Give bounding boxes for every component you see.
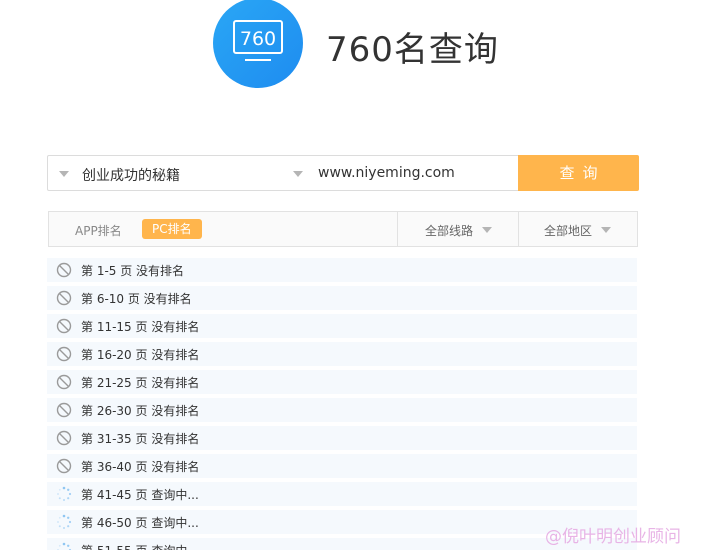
result-text: 第 46-50 页 查询中...: [81, 516, 199, 530]
url-input[interactable]: [318, 157, 513, 189]
tab-app-rank[interactable]: APP排名: [75, 222, 122, 239]
result-text: 第 51-55 页 查询中...: [81, 542, 199, 550]
region-caret-icon[interactable]: [601, 227, 611, 233]
result-text: 第 36-40 页 没有排名: [81, 460, 200, 474]
result-text: 第 1-5 页 没有排名: [81, 264, 185, 278]
result-row: 第 16-20 页 没有排名: [47, 342, 637, 366]
result-text: 第 41-45 页 查询中...: [81, 488, 199, 502]
no-rank-icon: [56, 262, 72, 278]
result-text: 第 11-15 页 没有排名: [81, 320, 200, 334]
result-row: 第 41-45 页 查询中...: [47, 482, 637, 506]
logo: 760: [213, 0, 303, 88]
divider: [518, 211, 519, 247]
result-row: 第 1-5 页 没有排名: [47, 258, 637, 282]
result-row: 第 26-30 页 没有排名: [47, 398, 637, 422]
keyword-select[interactable]: 创业成功的秘籍: [82, 165, 180, 185]
result-text: 第 6-10 页 没有排名: [81, 292, 192, 306]
no-rank-icon: [56, 318, 72, 334]
result-row: 第 36-40 页 没有排名: [47, 454, 637, 478]
result-text: 第 31-35 页 没有排名: [81, 432, 200, 446]
result-text: 第 16-20 页 没有排名: [81, 348, 200, 362]
no-rank-icon: [56, 402, 72, 418]
logo-text: 760: [240, 28, 276, 50]
no-rank-icon: [56, 430, 72, 446]
route-select[interactable]: 全部线路: [425, 222, 473, 239]
result-row: 第 6-10 页 没有排名: [47, 286, 637, 310]
query-button[interactable]: 查询: [518, 155, 639, 191]
watermark: @倪叶明创业顾问: [545, 527, 681, 547]
loading-spinner-icon: [57, 542, 72, 550]
loading-spinner-icon: [57, 486, 72, 501]
no-rank-icon: [56, 290, 72, 306]
divider: [397, 211, 398, 247]
route-caret-icon[interactable]: [482, 227, 492, 233]
monitor-icon: 760: [233, 20, 283, 61]
result-text: 第 26-30 页 没有排名: [81, 404, 200, 418]
result-row: 第 21-25 页 没有排名: [47, 370, 637, 394]
results-list: 第 1-5 页 没有排名 第 6-10 页 没有排名 第 11-15 页 没有排…: [47, 258, 637, 550]
result-row: 第 31-35 页 没有排名: [47, 426, 637, 450]
result-row: 第 11-15 页 没有排名: [47, 314, 637, 338]
no-rank-icon: [56, 458, 72, 474]
no-rank-icon: [56, 374, 72, 390]
header: 760 760名查询: [213, 0, 533, 88]
search-bar: 创业成功的秘籍 查询: [47, 155, 639, 191]
keyword-dropdown-caret-icon[interactable]: [59, 171, 69, 177]
filter-bar: APP排名 PC排名 全部线路 全部地区: [48, 211, 638, 247]
no-rank-icon: [56, 346, 72, 362]
url-dropdown-caret-icon[interactable]: [293, 171, 303, 177]
page-title: 760名查询: [326, 30, 499, 70]
loading-spinner-icon: [57, 514, 72, 529]
region-select[interactable]: 全部地区: [544, 222, 592, 239]
tab-pc-rank[interactable]: PC排名: [142, 219, 202, 239]
result-text: 第 21-25 页 没有排名: [81, 376, 200, 390]
